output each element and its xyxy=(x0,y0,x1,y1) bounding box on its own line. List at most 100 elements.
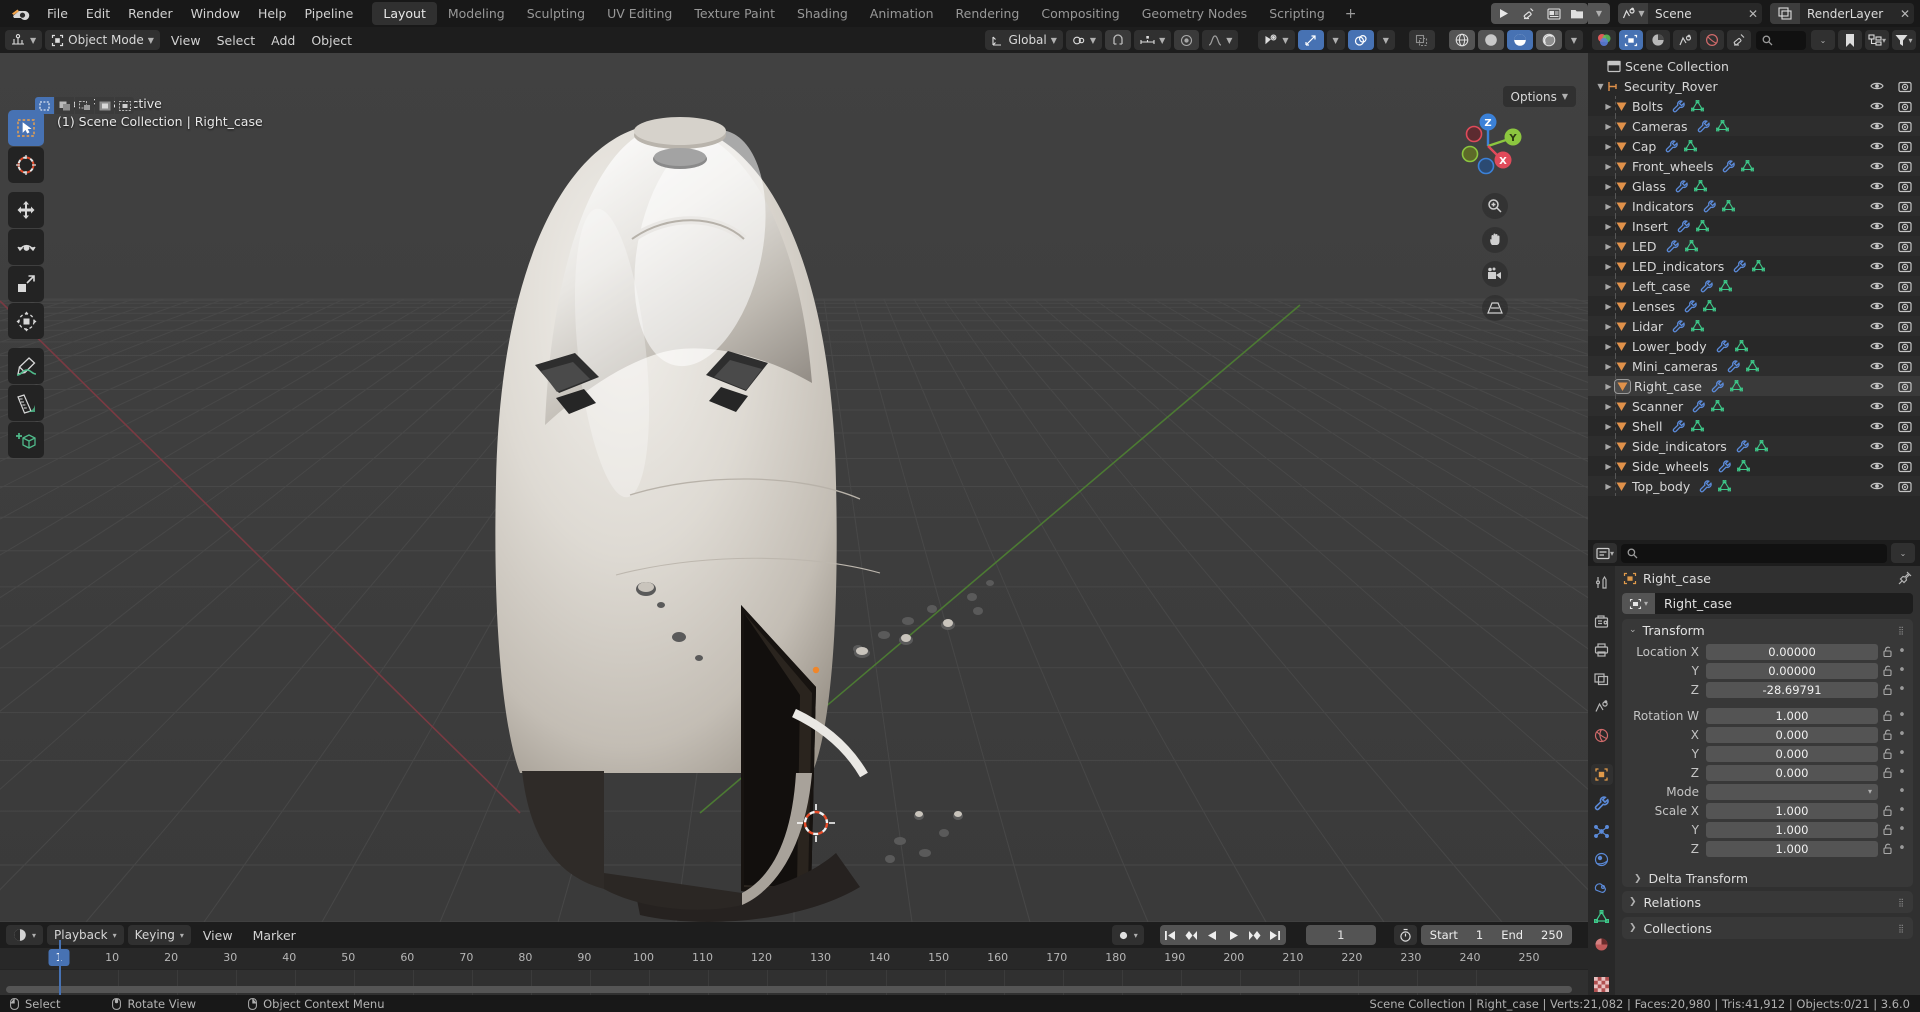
world-tab[interactable] xyxy=(1591,725,1613,746)
outliner-row-bolts[interactable]: ▶ Bolts xyxy=(1588,96,1920,116)
outliner-row-scanner[interactable]: ▶ Scanner xyxy=(1588,396,1920,416)
purge-button[interactable] xyxy=(1727,30,1751,50)
mesh-data-icon[interactable] xyxy=(1695,220,1709,232)
overlays-settings-button[interactable]: ▼ xyxy=(1376,30,1395,50)
rotation-x-field[interactable]: 0.000 xyxy=(1706,726,1878,743)
outliner-search-input[interactable] xyxy=(1756,30,1806,50)
lock-icon[interactable] xyxy=(1878,728,1896,741)
modifier-icon[interactable] xyxy=(1727,359,1740,373)
viewport-menu-select[interactable]: Select xyxy=(209,31,264,50)
mesh-data-icon[interactable] xyxy=(1729,380,1743,392)
outliner-row-toggles[interactable] xyxy=(1870,400,1912,413)
modifier-icon[interactable] xyxy=(1716,339,1729,353)
properties-editor-type-icon[interactable]: ▾ xyxy=(1593,543,1617,563)
camera-render-icon[interactable] xyxy=(1898,160,1912,173)
mesh-data-icon[interactable] xyxy=(1745,360,1759,372)
navigation-gizmo[interactable]: Z Y X xyxy=(1450,108,1526,184)
object-tab[interactable] xyxy=(1590,764,1613,786)
properties-content[interactable]: Right_case ▾ Right_case ⌄ Transform ⣿ Lo… xyxy=(1615,566,1920,995)
top-menu-file[interactable]: File xyxy=(38,3,77,24)
expand-triangle-icon[interactable]: ▶ xyxy=(1602,262,1615,271)
camera-render-icon[interactable] xyxy=(1898,340,1912,353)
eye-icon[interactable] xyxy=(1870,400,1884,412)
relations-panel[interactable]: ❯ Relations ⣿ xyxy=(1622,891,1913,913)
mesh-data-icon[interactable] xyxy=(1711,400,1725,412)
mesh-data-icon[interactable] xyxy=(1693,180,1707,192)
modifier-icon[interactable] xyxy=(1692,399,1705,413)
mesh-data-icon[interactable] xyxy=(1684,240,1698,252)
viewport-menu-add[interactable]: Add xyxy=(263,31,303,50)
location-x-field[interactable]: 0.00000 xyxy=(1706,643,1878,660)
outliner-filter-tree-button[interactable]: ▾ xyxy=(1865,30,1889,50)
camera-render-icon[interactable] xyxy=(1898,380,1912,393)
transform-rows[interactable]: Location X 0.00000 • Y 0.00000 • Z -28.6… xyxy=(1622,641,1913,867)
outliner-row-toggles[interactable] xyxy=(1870,480,1912,493)
workspace-tab-layout[interactable]: Layout xyxy=(372,2,437,25)
select-subtract-button[interactable] xyxy=(75,97,94,114)
camera-render-icon[interactable] xyxy=(1898,320,1912,333)
workspace-tab-texture-paint[interactable]: Texture Paint xyxy=(683,2,786,25)
camera-render-icon[interactable] xyxy=(1898,280,1912,293)
move-tool[interactable] xyxy=(8,192,44,228)
scene-tab[interactable] xyxy=(1591,696,1613,717)
expand-triangle-icon[interactable]: ▶ xyxy=(1602,362,1615,371)
animate-property-icon[interactable]: • xyxy=(1896,842,1908,855)
auto-keying-button[interactable]: ▾ xyxy=(1111,925,1144,945)
mesh-data-icon[interactable] xyxy=(1721,200,1735,212)
current-frame-field[interactable]: 1 xyxy=(1305,925,1376,945)
viewport-menu-view[interactable]: View xyxy=(163,31,209,50)
tool-tab[interactable] xyxy=(1591,572,1613,593)
outliner-row-toggles[interactable] xyxy=(1870,200,1912,213)
lock-icon[interactable] xyxy=(1878,645,1896,658)
render-tab[interactable] xyxy=(1591,611,1613,632)
expand-triangle-icon[interactable]: ▶ xyxy=(1602,422,1615,431)
top-menu-help[interactable]: Help xyxy=(249,3,296,24)
top-menu-edit[interactable]: Edit xyxy=(77,3,119,24)
expand-triangle-icon[interactable]: ▶ xyxy=(1602,162,1615,171)
modifier-icon[interactable] xyxy=(1722,159,1736,173)
eye-icon[interactable] xyxy=(1870,200,1884,212)
outliner-row-security-rover[interactable]: ▼ Security_Rover xyxy=(1588,76,1920,96)
xray-toggle-button[interactable] xyxy=(1408,30,1435,50)
shading-solid-button[interactable] xyxy=(1477,30,1504,50)
expand-triangle-icon[interactable]: ▶ xyxy=(1602,302,1615,311)
expand-triangle-icon[interactable]: ▶ xyxy=(1602,402,1615,411)
top-menu-window[interactable]: Window xyxy=(182,3,249,24)
select-mode-group[interactable] xyxy=(35,97,134,114)
pan-hand-icon[interactable] xyxy=(1482,227,1508,253)
expand-triangle-icon[interactable]: ▶ xyxy=(1602,322,1615,331)
outliner-row-toggles[interactable] xyxy=(1870,140,1912,153)
outliner-row-glass[interactable]: ▶ Glass xyxy=(1588,176,1920,196)
display-mode-scenes-button[interactable] xyxy=(1646,30,1670,50)
expand-triangle-icon[interactable]: ▶ xyxy=(1602,222,1615,231)
modifiers-tab[interactable] xyxy=(1591,792,1613,813)
camera-render-icon[interactable] xyxy=(1898,80,1912,93)
outliner-bookmark-icon[interactable] xyxy=(1838,30,1862,50)
texture-tab[interactable] xyxy=(1591,974,1613,995)
animate-property-icon[interactable]: • xyxy=(1896,645,1908,658)
gizmo-toggle-button[interactable] xyxy=(1297,30,1324,50)
animate-property-icon[interactable]: • xyxy=(1896,804,1908,817)
modifier-icon[interactable] xyxy=(1666,239,1679,253)
viewport-nav-buttons[interactable] xyxy=(1482,193,1508,321)
modifier-icon[interactable] xyxy=(1665,139,1679,153)
outliner-row-shell[interactable]: ▶ Shell xyxy=(1588,416,1920,436)
snap-toggle-button[interactable] xyxy=(1105,30,1132,50)
viewport-menu-object[interactable]: Object xyxy=(303,31,360,50)
outliner-row-toggles[interactable] xyxy=(1870,240,1912,253)
camera-render-icon[interactable] xyxy=(1898,120,1912,133)
eye-icon[interactable] xyxy=(1870,140,1884,152)
mesh-data-icon[interactable] xyxy=(1703,300,1717,312)
playhead[interactable] xyxy=(59,940,61,995)
add-cube-tool[interactable] xyxy=(8,422,44,458)
animate-property-icon[interactable]: • xyxy=(1896,709,1908,722)
eye-icon[interactable] xyxy=(1870,320,1884,332)
outliner-row-scene-collection[interactable]: Scene Collection xyxy=(1588,56,1920,76)
object-data-picker[interactable]: ▾ xyxy=(1622,593,1655,614)
lock-icon[interactable] xyxy=(1878,842,1896,855)
workspace-tab-uv-editing[interactable]: UV Editing xyxy=(596,2,683,25)
scale-x-field[interactable]: 1.000 xyxy=(1706,802,1878,819)
editor-type-icon[interactable] xyxy=(1592,30,1616,50)
delta-transform-subpanel[interactable]: ❯ Delta Transform xyxy=(1622,867,1913,887)
camera-render-icon[interactable] xyxy=(1898,460,1912,473)
